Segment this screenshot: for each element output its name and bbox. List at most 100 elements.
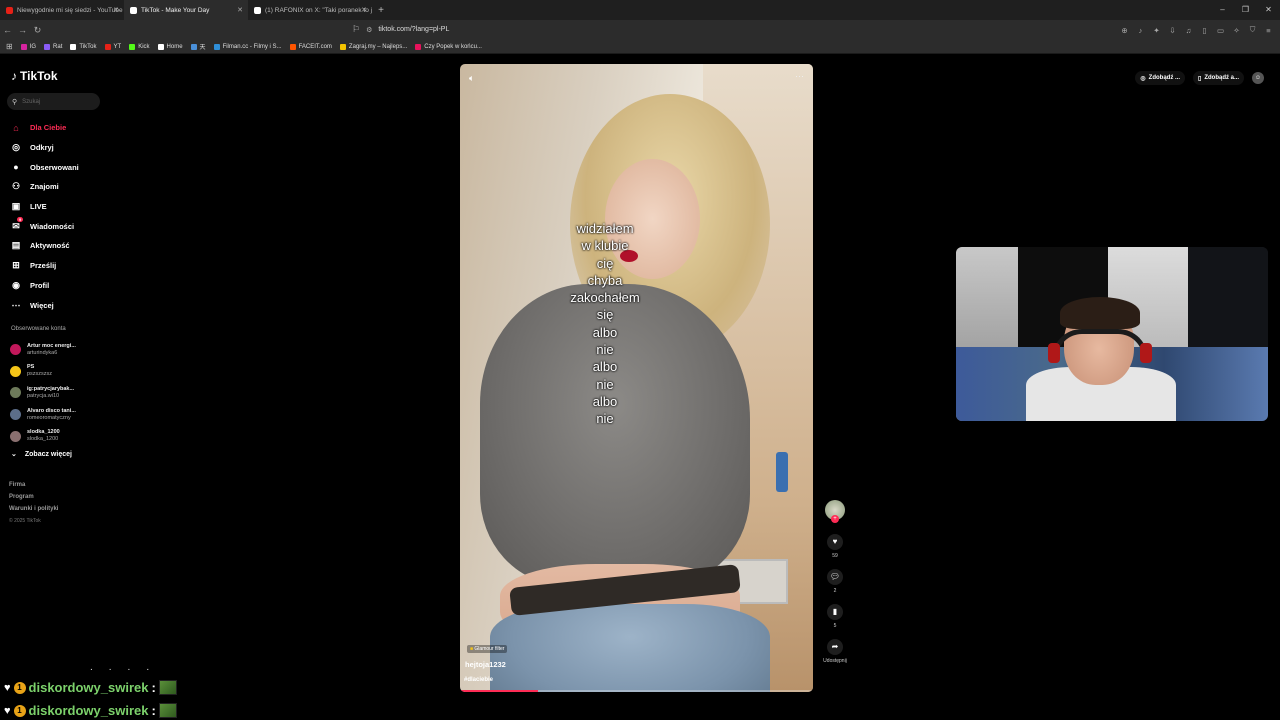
- forward-icon[interactable]: →: [15, 25, 30, 35]
- followed-account[interactable]: PS pszszszsz: [10, 361, 110, 383]
- footer-link-company[interactable]: Firma: [9, 479, 58, 491]
- browser-tab[interactable]: (1) RAFONIX on X: "Taki poranek to j ✕: [248, 0, 372, 20]
- browser-tab[interactable]: TikTok - Make Your Day ✕: [124, 0, 248, 20]
- sidebar-item[interactable]: ◎ Odkryj: [10, 138, 110, 158]
- followed-account[interactable]: Alvaro disco tani... romeoromatyczny: [10, 404, 110, 426]
- sidebar-item[interactable]: ✉ 9 Wiadomości: [10, 216, 110, 236]
- sidebar-item[interactable]: ▤ Aktywność: [10, 236, 110, 256]
- volume-icon[interactable]: 🔈︎: [469, 73, 474, 84]
- address-bar[interactable]: ⚐ ⚙ tiktok.com/?lang=pl-PL: [352, 22, 910, 37]
- sidebar-item[interactable]: ⚇ Znajomi: [10, 177, 110, 197]
- webcam-hair: [1060, 297, 1140, 329]
- chat-separator: :: [151, 680, 156, 695]
- footer-link-terms[interactable]: Warunki i polityki: [9, 503, 58, 515]
- back-icon[interactable]: ←: [0, 25, 15, 35]
- sidebar-footer: Firma Program Warunki i polityki © 2025 …: [9, 479, 58, 527]
- restore-icon[interactable]: ❐: [1234, 0, 1257, 20]
- sidebar-icon[interactable]: ▯: [1199, 26, 1210, 35]
- audio-icon[interactable]: ♪: [1135, 26, 1146, 35]
- caption-line: cię: [596, 255, 614, 271]
- video-bottle: [776, 452, 788, 492]
- bookmark-label: Czy Popek w końcu...: [424, 43, 482, 50]
- sidebar-item[interactable]: ⊞ Prześlij: [10, 256, 110, 276]
- bookmark-item[interactable]: YT: [104, 42, 121, 51]
- tab-title: Niewygodnie mi się siedzi - YouTube: [17, 6, 123, 14]
- followed-account[interactable]: Artur moc energi... arturindyka6: [10, 339, 110, 361]
- stream-chat: ♥ 1 diskordowy_swirek: ♥ 1 diskordowy_swirek:: [4, 676, 177, 720]
- share-button[interactable]: ➦: [827, 639, 843, 655]
- see-more-button[interactable]: ⌄ Zobacz więcej: [11, 450, 72, 459]
- puzzle-icon[interactable]: ✦: [1151, 26, 1162, 35]
- tab-close-icon[interactable]: ✕: [113, 6, 119, 14]
- video-hashtag[interactable]: #dlaciebie: [464, 677, 493, 683]
- sidebar-item-label: Prześlij: [30, 261, 57, 271]
- account-name: Alvaro disco tani...: [27, 407, 76, 414]
- extension-icon[interactable]: ⊕: [1119, 26, 1130, 35]
- bookmark-item[interactable]: Zagraj.my – Najleps...: [339, 42, 407, 51]
- bookmark-item[interactable]: FACEIT.com: [289, 42, 332, 51]
- video-jeans: [490, 604, 770, 692]
- menu-icon[interactable]: ≡: [1263, 26, 1274, 35]
- browser-tab[interactable]: Niewygodnie mi się siedzi - YouTube ✕: [0, 0, 124, 20]
- video-author[interactable]: hejtoja1232: [465, 660, 506, 669]
- music-icon[interactable]: ♫: [1183, 26, 1194, 35]
- browser-tabstrip: Niewygodnie mi się siedzi - YouTube ✕ TikT…: [0, 0, 1280, 20]
- footer-link-program[interactable]: Program: [9, 491, 58, 503]
- heart-badge-icon: ♥: [4, 704, 11, 717]
- bookmark-favicon-icon: [415, 43, 422, 50]
- creator-avatar[interactable]: +: [825, 500, 845, 523]
- video-player[interactable]: widziałem w klubie cię chyba zakochałem się al…: [460, 64, 813, 692]
- more-options-icon[interactable]: ⋯: [795, 71, 804, 82]
- live-icon: ▣: [11, 201, 21, 212]
- get-app-button-2[interactable]: ▯ Zdobądź a...: [1193, 71, 1244, 85]
- bookmark-item[interactable]: Rat: [44, 42, 62, 51]
- sidebar-item[interactable]: ◉ Profil: [10, 276, 110, 296]
- video-progress-bar[interactable]: [460, 690, 813, 692]
- tab-close-icon[interactable]: ✕: [237, 6, 243, 14]
- comment-button[interactable]: 💬︎: [827, 569, 843, 585]
- bookmark-item[interactable]: Czy Popek w końcu...: [415, 42, 482, 51]
- save-button[interactable]: ▮: [827, 604, 843, 620]
- sub-badge-icon: 1: [13, 704, 26, 717]
- followed-account[interactable]: slodka_1200 slodka_1200: [10, 425, 110, 447]
- followed-accounts-title: Obserwowane konta: [11, 326, 66, 332]
- profile-icon: ◉: [12, 279, 20, 290]
- bookmark-item[interactable]: Filman.cc - Filmy i S...: [213, 42, 282, 51]
- minimize-icon[interactable]: –: [1211, 0, 1234, 20]
- headphone-cup-right: [1140, 343, 1152, 363]
- sidebar-item[interactable]: ● Obserwowani: [10, 157, 110, 177]
- sidebar-item[interactable]: ▣ LIVE: [10, 197, 110, 217]
- filter-label[interactable]: ■ Glamour filter: [467, 645, 508, 653]
- search-input[interactable]: ⚲ Szukaj: [7, 93, 100, 110]
- bookmark-icon[interactable]: ⚐: [352, 24, 360, 35]
- apps-grid-icon[interactable]: ⊞: [6, 42, 13, 51]
- shield-icon[interactable]: ⛉: [1247, 25, 1258, 35]
- user-avatar[interactable]: ☺: [1252, 72, 1264, 84]
- download-icon[interactable]: ⇩: [1167, 26, 1178, 35]
- close-window-icon[interactable]: ✕: [1257, 0, 1280, 20]
- bookmark-item[interactable]: 天: [190, 42, 206, 51]
- tiktok-logo[interactable]: ♪ TikTok: [11, 69, 58, 83]
- toolbar-icons: ⊕ ♪ ✦ ⇩ ♫ ▯ ▭ ✧ ⛉ ≡: [1119, 20, 1274, 40]
- url-text[interactable]: tiktok.com/?lang=pl-PL: [378, 26, 449, 33]
- followed-account[interactable]: ig:patrycjarybak... patrycja.wi10: [10, 382, 110, 404]
- site-info-icon[interactable]: ⚙: [366, 26, 372, 34]
- tab-close-icon[interactable]: ✕: [361, 6, 367, 14]
- account-handle: arturindyka6: [27, 349, 58, 356]
- sparkle-icon[interactable]: ✧: [1231, 26, 1242, 35]
- bookmark-item[interactable]: Home: [157, 42, 183, 51]
- sidebar-item[interactable]: ⋯ Więcej: [10, 295, 110, 315]
- bookmark-label: Home: [166, 43, 183, 50]
- account-name: slodka_1200: [27, 429, 60, 436]
- bookmark-item[interactable]: Kick: [129, 42, 150, 51]
- new-tab-button[interactable]: +: [372, 5, 390, 16]
- get-app-button-1[interactable]: ◎ Zdobądź ...: [1135, 71, 1186, 85]
- like-button[interactable]: ♥: [827, 534, 843, 550]
- sidebar-item[interactable]: ⌂ Dla Ciebie: [10, 118, 110, 138]
- bookmark-item[interactable]: TikTok: [70, 42, 97, 51]
- reload-icon[interactable]: ↻: [30, 25, 45, 36]
- follow-plus-icon[interactable]: +: [831, 515, 839, 523]
- chat-dots: ....: [90, 662, 166, 673]
- wallet-icon[interactable]: ▭: [1215, 26, 1226, 35]
- bookmark-item[interactable]: IG: [20, 42, 36, 51]
